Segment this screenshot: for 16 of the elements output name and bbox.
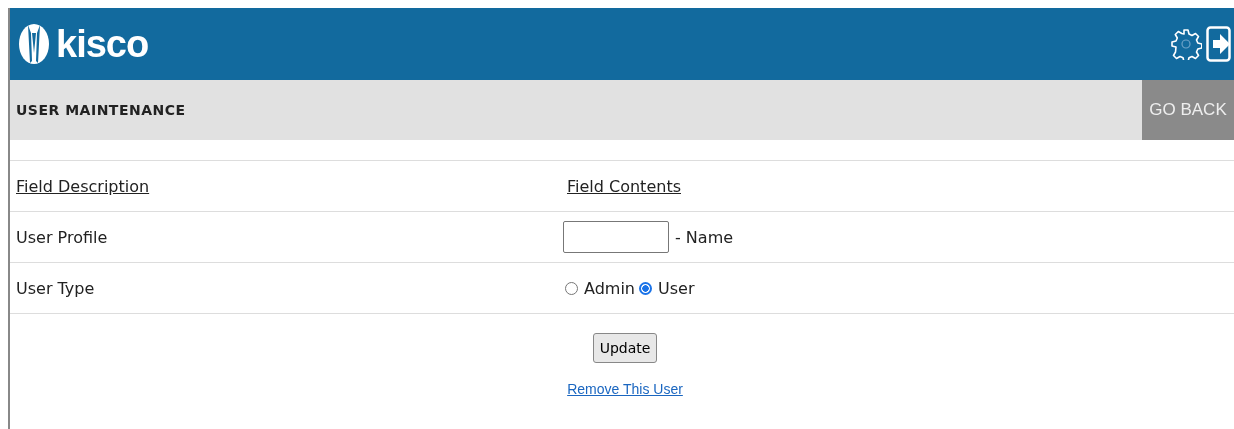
field-label: User Type [15,278,95,298]
text-field[interactable] [563,221,669,253]
logout-icon[interactable] [1206,26,1232,62]
radio-label[interactable]: User [658,278,695,298]
logo-icon [18,23,50,65]
column-header: Field Contents [566,176,681,196]
update-button[interactable]: Update [592,333,658,363]
settings-icon[interactable] [1170,28,1202,60]
radio-button[interactable] [639,281,652,295]
remove-user-link[interactable]: Remove This User [567,381,683,397]
radio-label[interactable]: Admin [584,278,635,298]
field-hint: - Name [675,227,734,247]
page-title: USER MAINTENANCE [15,102,186,118]
logo-text: kisco [56,22,149,66]
field-label: User Profile [15,227,108,247]
column-header: Field Description [15,176,150,196]
